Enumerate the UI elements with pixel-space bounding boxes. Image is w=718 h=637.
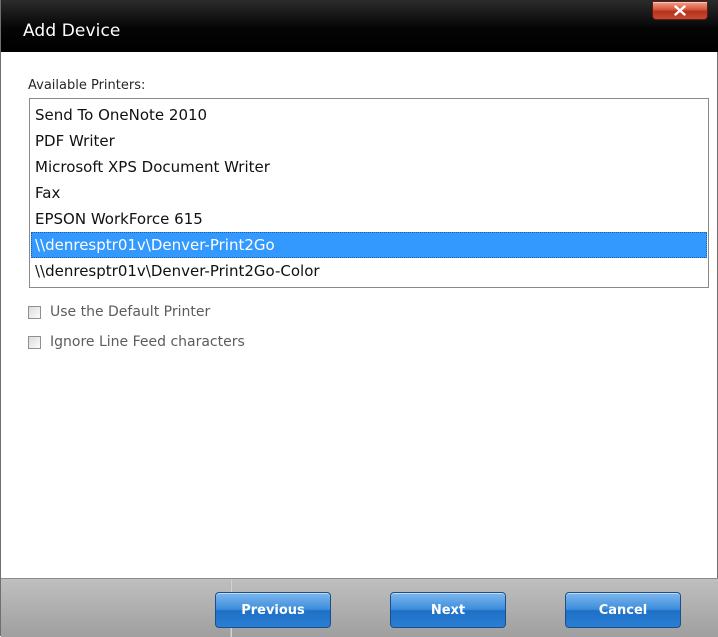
use-default-printer-label: Use the Default Printer (50, 304, 211, 320)
cancel-button[interactable]: Cancel (565, 592, 681, 628)
title-bar: Add Device (1, 0, 718, 52)
printer-item[interactable]: EPSON WorkForce 615 (31, 206, 707, 232)
dialog-footer: Previous Next Cancel (1, 578, 718, 637)
printer-item-selected[interactable]: \\denresptr01v\Denver-Print2Go (31, 232, 707, 258)
ignore-line-feed-checkbox[interactable] (28, 335, 41, 349)
printer-item[interactable]: PDF Writer (31, 128, 707, 154)
use-default-printer-checkbox[interactable] (28, 305, 41, 319)
use-default-printer-option[interactable]: Use the Default Printer (28, 302, 210, 322)
printer-item[interactable]: Send To OneNote 2010 (31, 102, 707, 128)
printer-item[interactable]: \\denresptr01v\Denver-Print2Go-Color (31, 258, 707, 284)
next-button[interactable]: Next (390, 592, 506, 628)
close-button[interactable] (652, 1, 708, 20)
printer-item[interactable]: Microsoft XPS Document Writer (31, 154, 707, 180)
add-device-dialog: Add Device Available Printers: Send To O… (0, 0, 718, 637)
ignore-line-feed-label: Ignore Line Feed characters (50, 334, 245, 350)
printer-item[interactable]: Fax (31, 180, 707, 206)
available-printers-label: Available Printers: (28, 78, 146, 93)
printer-list[interactable]: Send To OneNote 2010 PDF Writer Microsof… (29, 98, 709, 288)
ignore-line-feed-option[interactable]: Ignore Line Feed characters (28, 332, 245, 352)
previous-button[interactable]: Previous (215, 592, 331, 628)
close-x-icon (674, 5, 686, 16)
dialog-title: Add Device (23, 21, 121, 41)
